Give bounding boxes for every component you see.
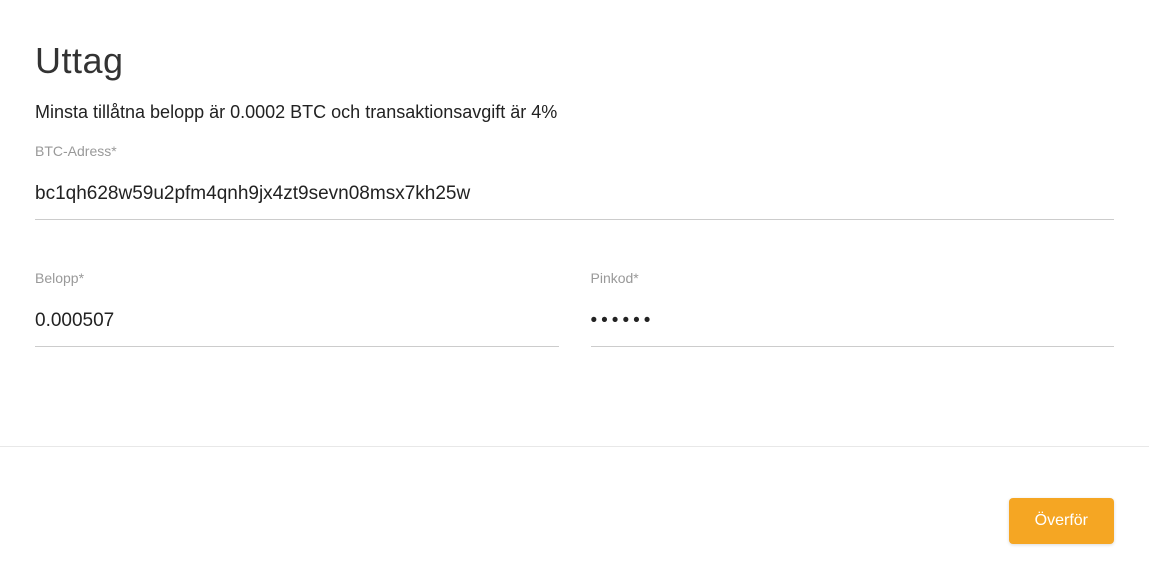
amount-input[interactable] — [35, 304, 559, 347]
footer-actions: Överför — [1009, 498, 1114, 544]
withdrawal-form-container: Uttag Minsta tillåtna belopp är 0.0002 B… — [0, 0, 1149, 347]
amount-column: Belopp* — [35, 270, 559, 347]
min-amount-info: Minsta tillåtna belopp är 0.0002 BTC och… — [35, 102, 1114, 123]
pincode-column: Pinkod* — [591, 270, 1115, 347]
btc-address-label: BTC-Adress* — [35, 143, 1114, 159]
btc-address-group: BTC-Adress* — [35, 143, 1114, 220]
page-title: Uttag — [35, 40, 1114, 82]
transfer-button[interactable]: Överför — [1009, 498, 1114, 544]
amount-label: Belopp* — [35, 270, 559, 286]
pincode-label: Pinkod* — [591, 270, 1115, 286]
amount-pin-row: Belopp* Pinkod* — [35, 270, 1114, 347]
btc-address-input[interactable] — [35, 177, 1114, 220]
pincode-input[interactable] — [591, 304, 1115, 347]
footer-divider — [0, 446, 1149, 447]
